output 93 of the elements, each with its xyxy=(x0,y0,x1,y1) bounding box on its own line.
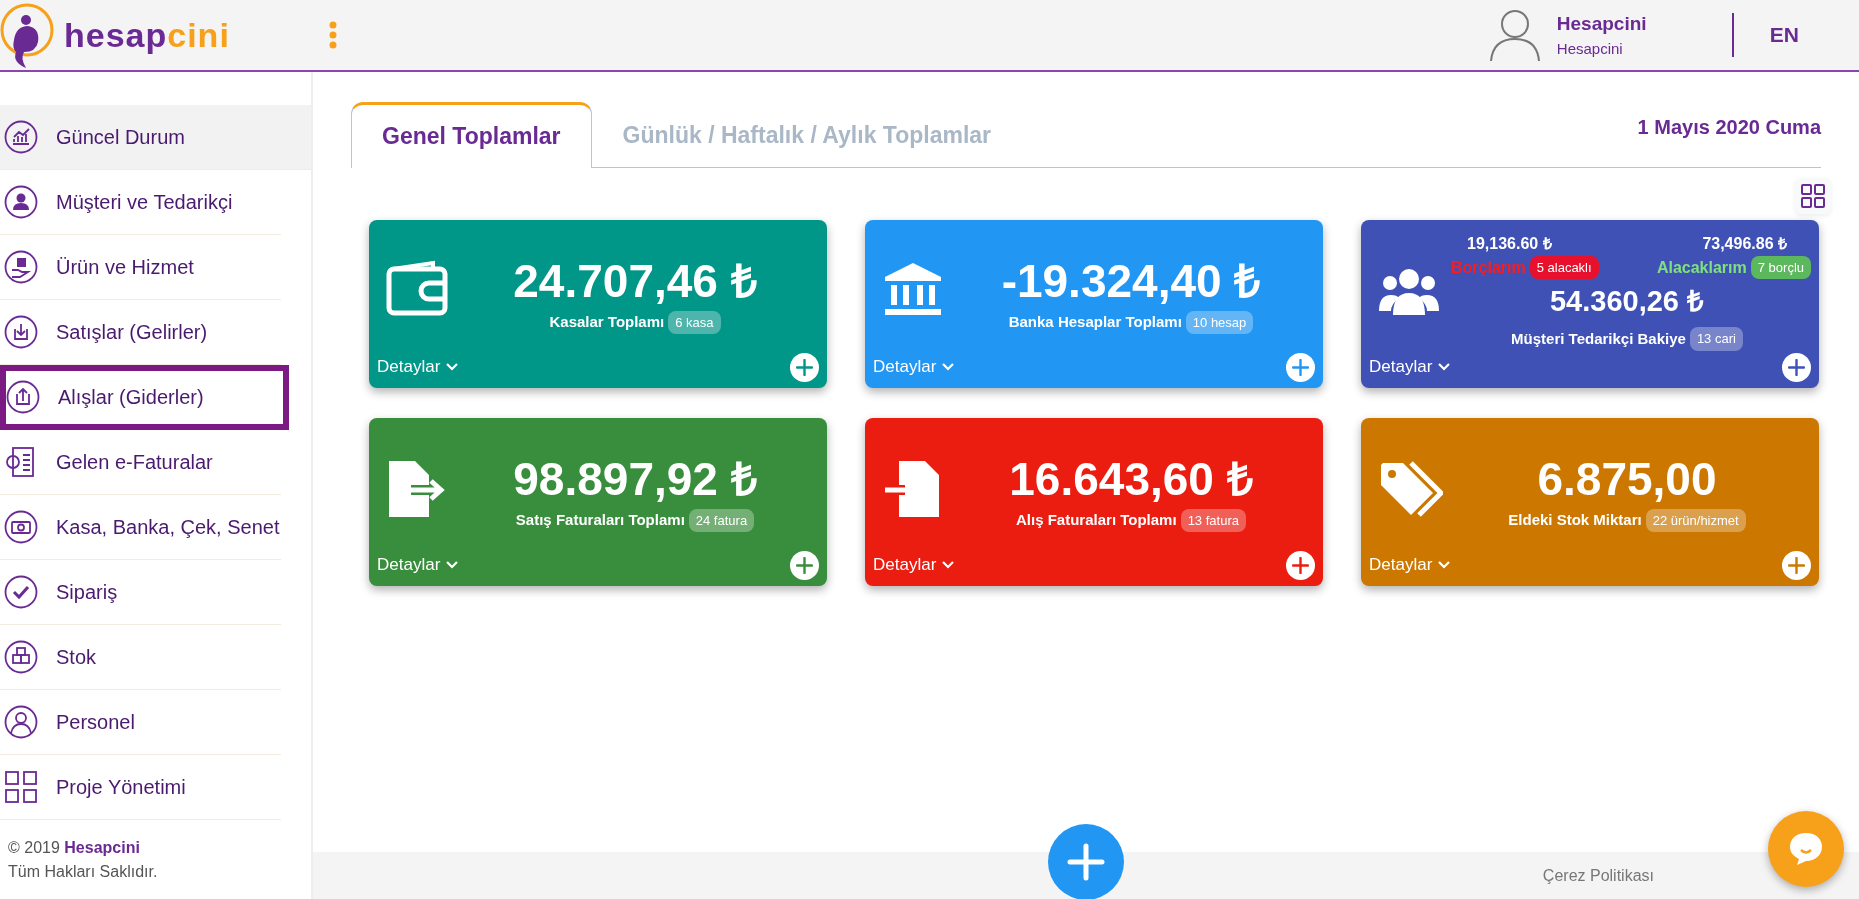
chevron-down-icon xyxy=(1438,561,1451,569)
sidebar-label: Proje Yönetimi xyxy=(56,775,186,800)
grid-icon xyxy=(1800,182,1826,209)
chart-icon xyxy=(4,120,38,154)
plus-icon xyxy=(796,556,813,574)
sidebar-label: Alışlar (Giderler) xyxy=(58,385,204,410)
credit-badge: 7 borçlu xyxy=(1750,255,1811,280)
sidebar-label: Satışlar (Gelirler) xyxy=(56,320,208,345)
sidebar-item[interactable]: Proje Yönetimi xyxy=(0,755,281,820)
boxes-icon xyxy=(4,640,38,674)
count-badge: 10 hesap xyxy=(1185,310,1254,335)
sidebar-item[interactable]: Alışlar (Giderler) xyxy=(0,365,289,430)
sidebar-item[interactable]: Satışlar (Gelirler) xyxy=(0,300,281,365)
sidebar-label: Gelen e-Faturalar xyxy=(56,450,213,475)
user-avatar-icon[interactable] xyxy=(1488,8,1541,62)
sidebar-item[interactable]: Kasa, Banka, Çek, Senet xyxy=(0,495,281,560)
count-badge: 13 cari xyxy=(1689,327,1743,351)
sidebar-label: Sipariş xyxy=(56,580,118,605)
sidebar-label: Kasa, Banka, Çek, Senet xyxy=(56,515,280,540)
chat-button[interactable] xyxy=(1768,811,1844,887)
add-button[interactable] xyxy=(1286,550,1315,580)
plus-icon xyxy=(796,358,813,376)
sidebar-label: Ürün ve Hizmet xyxy=(56,255,194,280)
chevron-down-icon xyxy=(1438,363,1451,371)
sidebar-item[interactable]: Ürün ve Hizmet xyxy=(0,235,281,300)
details-button[interactable]: Detaylar xyxy=(873,552,955,578)
sidebar-item[interactable]: Sipariş xyxy=(0,560,281,625)
user-name: Hesapcini xyxy=(1556,11,1648,36)
count-badge: 22 ürün/hizmet xyxy=(1645,508,1746,533)
details-button[interactable]: Detaylar xyxy=(377,354,459,380)
debt-label: Borçlarım xyxy=(1451,257,1526,278)
layout-grid-button[interactable] xyxy=(1795,177,1831,214)
company-name: Hesapcini xyxy=(1556,39,1624,59)
sidebar-item[interactable]: Personel xyxy=(0,690,281,755)
debt-total: 19,136.60 ₺ xyxy=(1467,233,1552,254)
plus-icon xyxy=(1292,358,1309,376)
plus-icon xyxy=(1788,358,1805,376)
chevron-down-icon xyxy=(942,363,955,371)
amount-text: 24.707,46 ₺ xyxy=(513,255,757,307)
amount-text: 54.360,26 ₺ xyxy=(1549,283,1705,319)
sidebar-label: Güncel Durum xyxy=(56,125,185,150)
sidebar-item[interactable]: Müşteri ve Tedarikçi xyxy=(0,170,281,235)
credit-label: Alacaklarım xyxy=(1656,257,1747,278)
sidebar-label: Stok xyxy=(56,645,97,670)
amount-text: -19.324,40 ₺ xyxy=(1001,255,1261,307)
tab[interactable]: Genel Toplamlar xyxy=(351,102,592,168)
chevron-down-icon xyxy=(446,561,459,569)
sidebar-label: Müşteri ve Tedarikçi xyxy=(56,190,233,215)
card-label: Satış Faturaları Toplamı xyxy=(515,510,685,531)
details-button[interactable]: Detaylar xyxy=(1369,354,1451,380)
add-button[interactable] xyxy=(790,550,819,580)
amount-text: 98.897,92 ₺ xyxy=(513,453,757,505)
credit-total: 73,496.86 ₺ xyxy=(1702,233,1787,254)
download-icon xyxy=(4,315,38,349)
user-icon xyxy=(4,185,38,219)
count-badge: 24 fatura xyxy=(688,508,755,533)
cookie-policy-link[interactable]: Çerez Politikası xyxy=(1542,863,1654,888)
hand-box-icon xyxy=(4,250,38,284)
person-icon xyxy=(4,705,38,739)
sidebar-label: Personel xyxy=(56,710,135,735)
card-label: Müşteri Tedarikçi Bakiye xyxy=(1511,328,1686,349)
amount-text: 6.875,00 xyxy=(1537,453,1717,505)
chevron-down-icon xyxy=(446,363,459,371)
add-button[interactable] xyxy=(790,352,819,382)
language-link[interactable]: EN xyxy=(1769,19,1799,51)
add-button[interactable] xyxy=(1286,352,1315,382)
sidebar-item[interactable]: Stok xyxy=(0,625,281,690)
plus-icon xyxy=(1066,842,1106,882)
card-label: Alış Faturaları Toplamı xyxy=(1016,510,1177,531)
rights-text: Tüm Hakları Saklıdır. xyxy=(8,862,159,882)
upload-icon xyxy=(6,380,40,414)
add-button[interactable] xyxy=(1782,550,1811,580)
amount-text: 16.643,60 ₺ xyxy=(1009,453,1253,505)
card-label: Banka Hesaplar Toplamı xyxy=(1008,312,1182,333)
grid-icon xyxy=(4,770,38,804)
plus-icon xyxy=(1292,556,1309,574)
logo-text: hesapcini xyxy=(64,14,230,56)
count-badge: 6 kasa xyxy=(668,310,721,335)
sidebar-item[interactable]: Gelen e-Faturalar xyxy=(0,430,281,495)
date-text: 1 Mayıs 2020 Cuma xyxy=(1637,115,1821,140)
details-button[interactable]: Detaylar xyxy=(377,552,459,578)
more-icon[interactable] xyxy=(328,21,338,49)
card-label: Kasalar Toplamı xyxy=(549,312,665,333)
money-icon xyxy=(4,510,38,544)
sidebar-item[interactable]: Güncel Durum xyxy=(0,105,311,170)
copyright-text: © 2019 Hesapcini xyxy=(8,838,141,858)
plus-icon xyxy=(1788,556,1805,574)
debt-badge: 5 alacaklı xyxy=(1529,255,1599,280)
add-button[interactable] xyxy=(1782,352,1811,382)
card-label: Eldeki Stok Miktarı xyxy=(1508,510,1642,531)
count-badge: 13 fatura xyxy=(1180,508,1246,533)
chevron-down-icon xyxy=(942,561,955,569)
check-icon xyxy=(4,575,38,609)
